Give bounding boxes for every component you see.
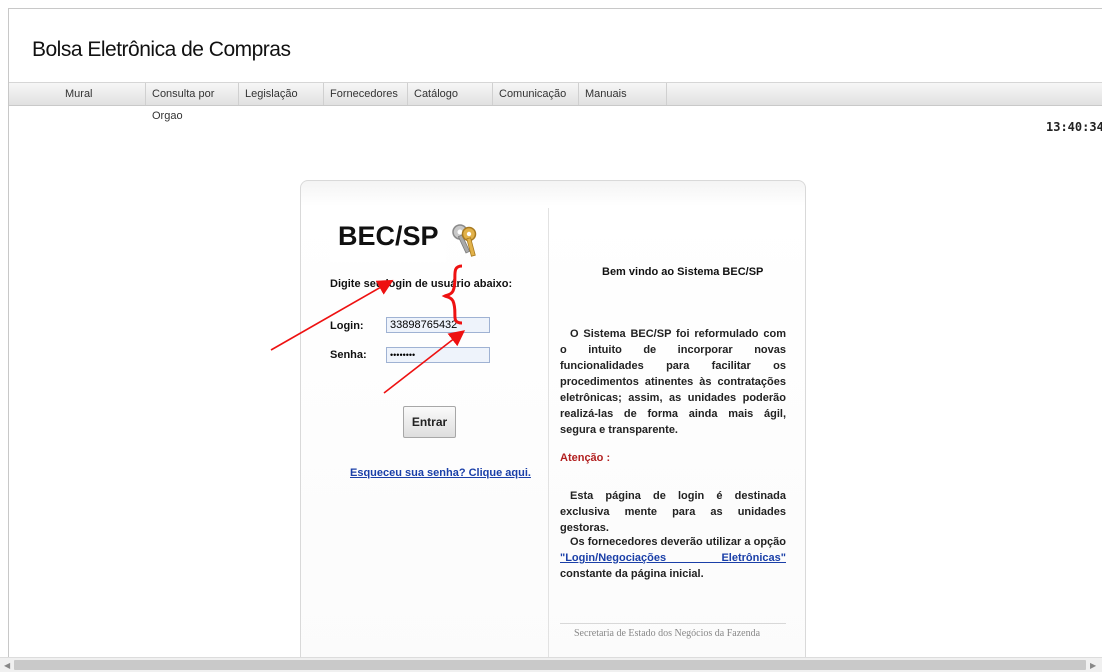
password-label: Senha: xyxy=(330,349,367,361)
suppliers-suffix: constante da página inicial. xyxy=(560,568,704,580)
entrar-button[interactable]: Entrar xyxy=(403,406,456,438)
notice-text: Esta página de login é destinada exclusi… xyxy=(560,490,786,534)
login-negociacoes-link[interactable]: "Login/Negociações Eletrônicas" xyxy=(560,552,786,564)
login-prompt: Digite seu login de usuário abaixo: xyxy=(330,278,513,290)
horizontal-scrollbar[interactable]: ◀ ▶ xyxy=(0,657,1102,672)
nav-item-fornecedores[interactable]: Fornecedores xyxy=(324,83,408,105)
app-title: Bolsa Eletrônica de Compras xyxy=(32,38,291,61)
welcome-heading: Bem vindo ao Sistema BEC/SP xyxy=(602,266,764,278)
footer-divider xyxy=(560,623,786,624)
scroll-right-icon[interactable]: ▶ xyxy=(1090,659,1096,672)
attention-label: Atenção : xyxy=(560,452,611,464)
footer-text: Secretaria de Estado dos Negócios da Faz… xyxy=(574,628,761,639)
nav-item-consulta-por-orgao[interactable]: Consulta por Orgao xyxy=(146,83,239,122)
nav-item-manuais[interactable]: Manuais xyxy=(579,83,667,105)
scroll-thumb[interactable] xyxy=(14,660,1086,670)
scroll-left-icon[interactable]: ◀ xyxy=(4,659,10,672)
password-input[interactable]: •••••••• xyxy=(386,347,490,363)
bec-sp-logo: BEC/SP xyxy=(338,221,439,251)
keys-icon xyxy=(452,224,477,257)
clock: 13:40:34 xyxy=(1046,120,1102,134)
main-nav: Mural Consulta por Orgao Legislação Forn… xyxy=(9,82,1102,122)
nav-item-catalogo[interactable]: Catálogo xyxy=(408,83,493,105)
login-label: Login: xyxy=(330,320,364,332)
nav-item-comunicacao[interactable]: Comunicação xyxy=(493,83,579,105)
panel-divider xyxy=(548,208,549,672)
system-description: O Sistema BEC/SP foi reformulado com o i… xyxy=(560,328,786,436)
suppliers-prefix: Os fornecedores deverão utilizar a opção xyxy=(570,536,786,548)
nav-item-mural[interactable]: Mural xyxy=(59,83,146,105)
suppliers-notice: Os fornecedores deverão utilizar a opção… xyxy=(560,534,786,582)
login-input[interactable]: 33898765432 xyxy=(386,317,490,333)
nav-item-legislacao[interactable]: Legislação xyxy=(239,83,324,105)
forgot-password-link[interactable]: Esqueceu sua senha? Clique aqui. xyxy=(350,467,531,479)
